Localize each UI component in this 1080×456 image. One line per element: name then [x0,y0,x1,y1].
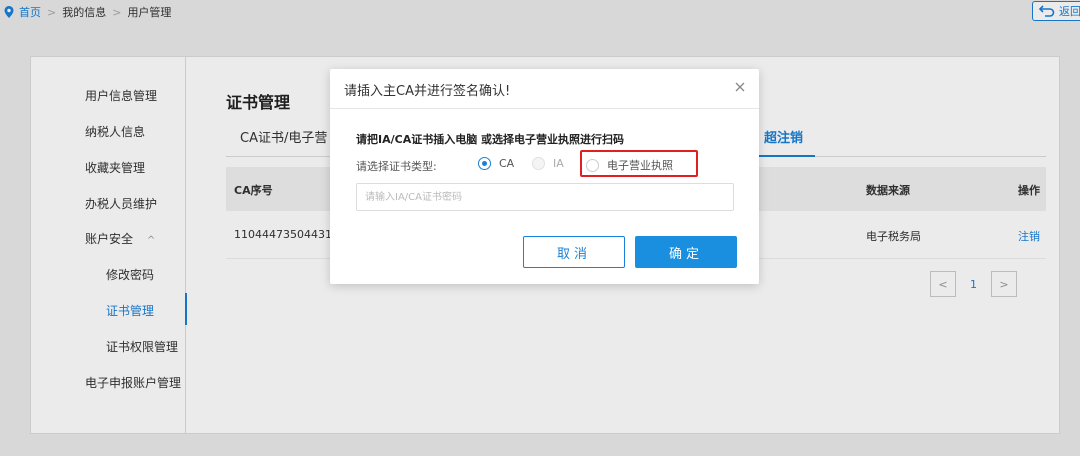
dialog-title: 请插入主CA并进行签名确认! [344,84,511,99]
radio-disabled-icon [532,157,545,170]
dialog-instruction: 请把IA/CA证书插入电脑 或选择电子营业执照进行扫码 [356,133,625,146]
certificate-type-selector: 请选择证书类型: CA IA 电子营业执照 [356,150,746,177]
certificate-type-label: 请选择证书类型: [356,160,437,173]
cancel-button[interactable]: 取消 [523,236,625,268]
radio-ia-label: IA [553,157,564,170]
radio-ca[interactable]: CA [478,157,514,170]
radio-ia: IA [532,157,564,170]
red-highlight-box [580,150,698,177]
signature-dialog: 请插入主CA并进行签名确认! 请把IA/CA证书插入电脑 或选择电子营业执照进行… [330,69,759,284]
radio-checked-icon [478,157,491,170]
close-icon[interactable] [733,80,747,94]
certificate-password-input[interactable] [356,183,734,211]
confirm-button[interactable]: 确定 [635,236,737,268]
dialog-header: 请插入主CA并进行签名确认! [330,69,759,109]
radio-ca-label: CA [499,157,515,170]
